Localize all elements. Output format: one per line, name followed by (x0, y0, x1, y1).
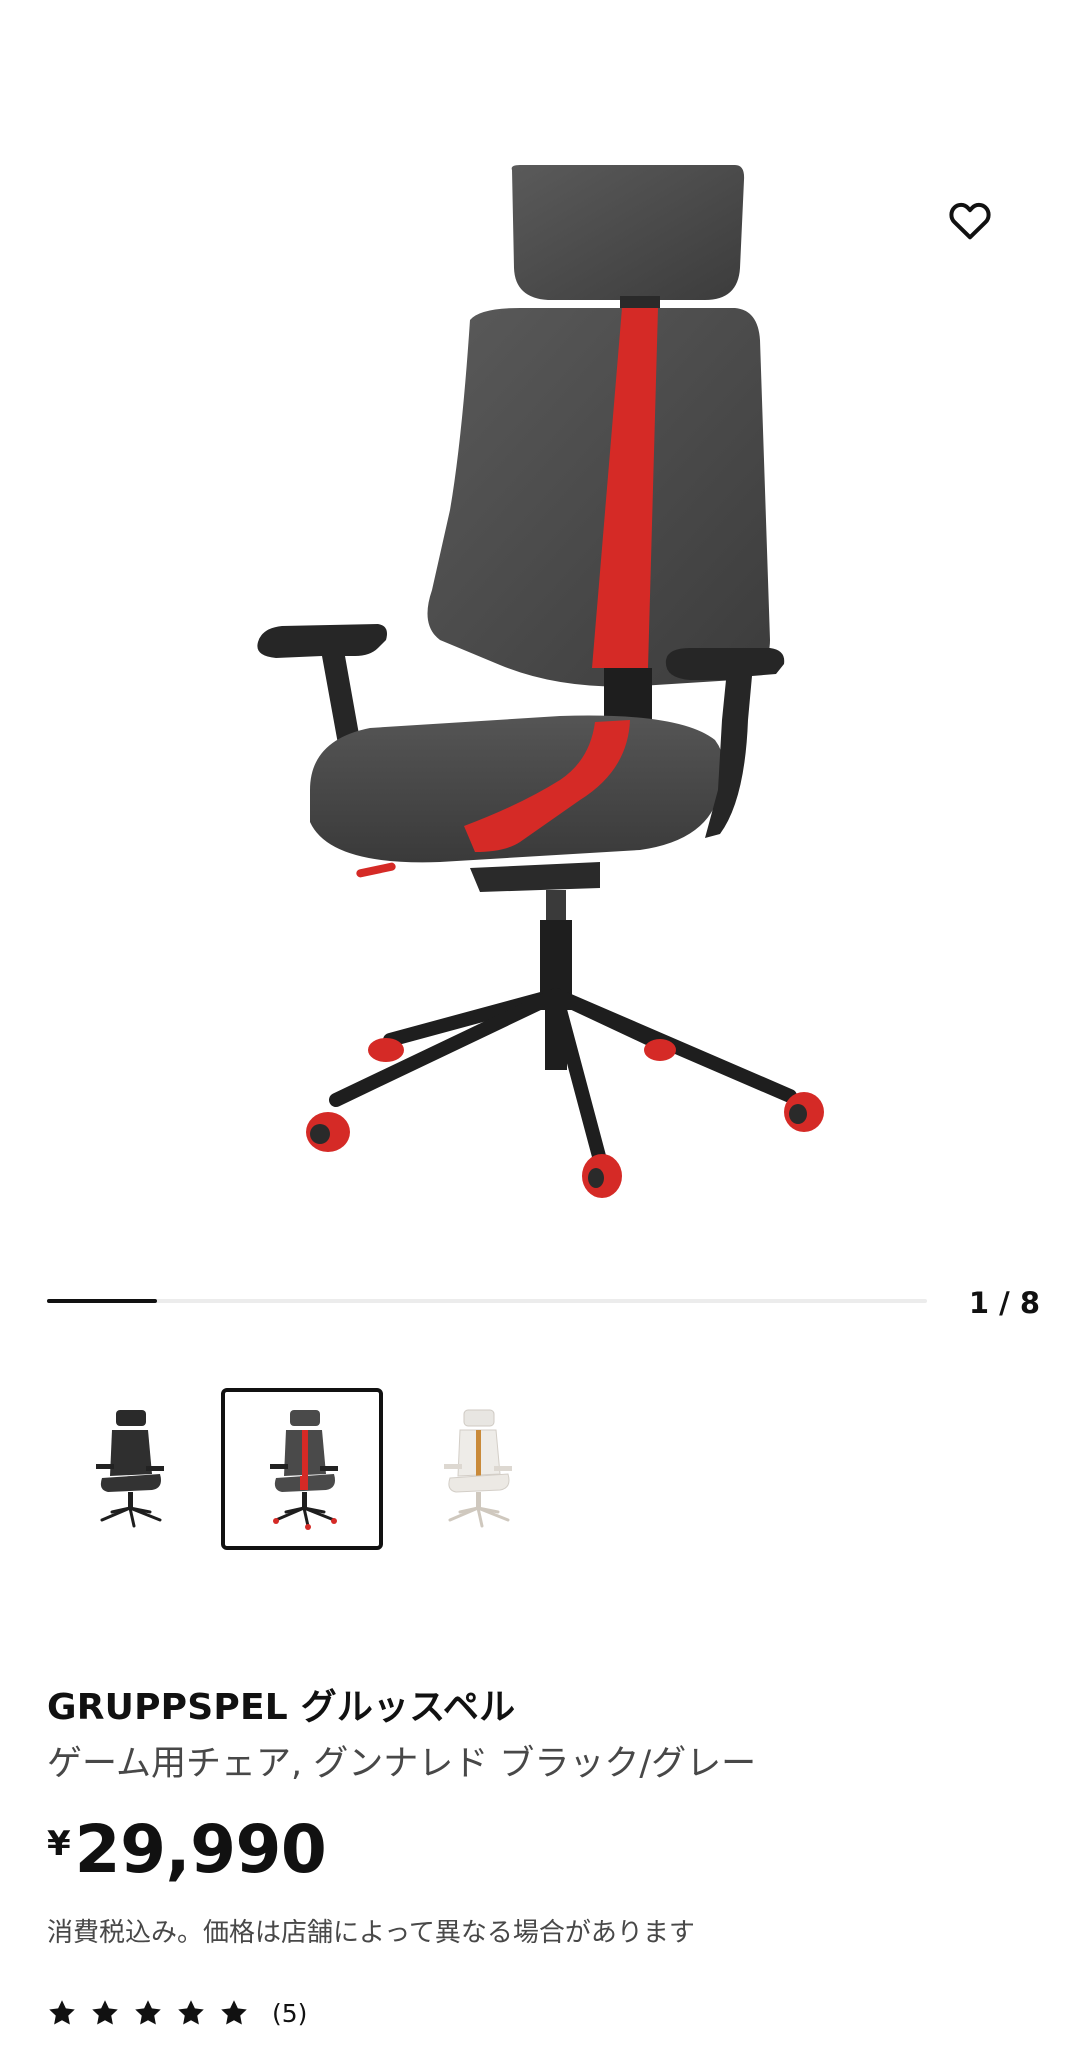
thumbnail-gunnared-red[interactable] (221, 1388, 383, 1550)
price: ¥ 29,990 (47, 1810, 327, 1890)
black-chair-thumbnail (96, 1410, 164, 1528)
gallery-progress-bar (47, 1299, 927, 1303)
star-icon (49, 2000, 75, 2025)
heart-outline-icon (949, 202, 991, 240)
red-chair-thumbnail (270, 1410, 338, 1530)
product-image[interactable] (0, 0, 1080, 1270)
review-count: (5) (272, 1998, 308, 2028)
rating-summary[interactable]: (5) (47, 1990, 307, 2036)
currency-symbol: ¥ (47, 1824, 71, 1864)
star-icon (178, 2000, 204, 2025)
white-chair-thumbnail (444, 1409, 512, 1528)
gaming-chair-illustration (257, 165, 824, 1198)
thumbnail-black[interactable] (47, 1388, 209, 1550)
star-icon (221, 2000, 247, 2025)
price-amount: 29,990 (74, 1811, 327, 1888)
star-icon (92, 2000, 118, 2025)
gallery-counter: 1 / 8 (968, 1286, 1040, 1320)
rating-stars (47, 1998, 262, 2028)
gallery-progress-fill (47, 1299, 157, 1303)
tax-note: 消費税込み。価格は店舗によって異なる場合があります (47, 1918, 695, 1948)
product-description: ゲーム用チェア, グンナレド ブラック/グレー (47, 1744, 757, 1784)
favorite-button[interactable] (948, 200, 1026, 278)
thumbnail-white[interactable] (395, 1388, 557, 1550)
product-page: 1 / 8 GRUPPSPEL グルッスペル ゲーム用チェア, グンナレド ブラ… (0, 0, 1080, 2055)
star-icon (135, 2000, 161, 2025)
product-title: GRUPPSPEL グルッスペル (47, 1687, 516, 1728)
